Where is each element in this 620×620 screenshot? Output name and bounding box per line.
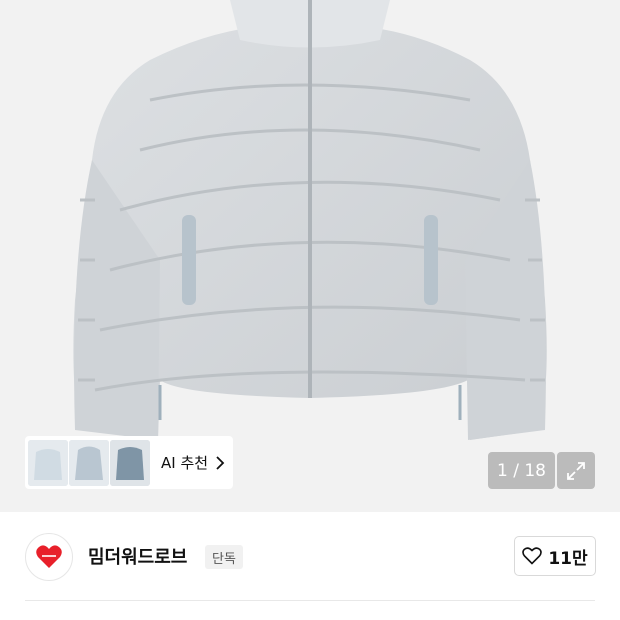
exclusive-badge: 단독 xyxy=(205,545,243,569)
ai-recommend-label: AI 추천 xyxy=(161,454,209,472)
recommend-thumbnail-3 xyxy=(110,439,150,486)
heart-logo-icon xyxy=(36,545,62,568)
expand-button[interactable] xyxy=(557,452,595,489)
like-count: 11만 xyxy=(548,548,588,569)
product-page: AI 추천 1 / 18 밈더워드로브 단독 11만 xyxy=(0,0,620,620)
recommend-thumbnail-2 xyxy=(69,439,109,486)
brand-name[interactable]: 밈더워드로브 xyxy=(88,543,187,569)
chevron-right-icon xyxy=(216,455,225,470)
recommend-thumbnail-1 xyxy=(28,439,68,486)
like-button[interactable]: 11만 xyxy=(514,536,596,576)
expand-icon xyxy=(567,461,585,480)
heart-outline-icon xyxy=(522,547,543,565)
image-counter: 1 / 18 xyxy=(488,452,555,489)
divider xyxy=(25,600,595,601)
product-image-gallery[interactable]: AI 추천 1 / 18 xyxy=(0,0,620,512)
brand-logo[interactable] xyxy=(25,533,73,581)
ai-recommend-chip[interactable]: AI 추천 xyxy=(25,436,233,489)
